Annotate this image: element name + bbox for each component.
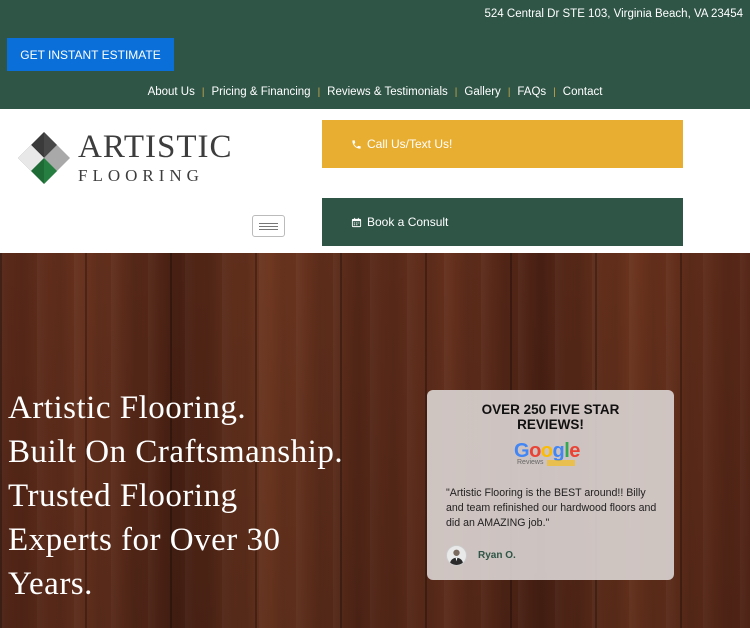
get-instant-estimate-button[interactable]: GET INSTANT ESTIMATE (7, 38, 174, 71)
hamburger-line (259, 225, 278, 227)
review-quote: "Artistic Flooring is the BEST around!! … (446, 487, 657, 529)
book-a-consult-button[interactable]: Book a Consult (322, 198, 683, 246)
book-consult-label: Book a Consult (367, 215, 449, 229)
google-reviews-label: Reviews (517, 459, 544, 466)
nav-faqs[interactable]: FAQs (517, 86, 546, 98)
google-letter: g (552, 440, 565, 462)
reviewer-name: Ryan O. (478, 550, 516, 561)
calendar-icon (351, 217, 362, 228)
nav-separator: | (507, 86, 511, 98)
nav-about-us[interactable]: About Us (148, 86, 195, 98)
hamburger-line (259, 228, 278, 230)
nav-separator: | (201, 86, 205, 98)
call-us-text-us-button[interactable]: Call Us/Text Us! (322, 120, 683, 168)
logo-line-2: FLOORING (78, 166, 204, 185)
call-us-label: Call Us/Text Us! (367, 137, 453, 151)
nav-separator: | (317, 86, 321, 98)
google-reviews-card[interactable]: OVER 250 FIVE STAR REVIEWS! Google Revie… (427, 390, 674, 580)
stars-icon (547, 460, 575, 466)
nav-separator: | (454, 86, 458, 98)
hero-headline: Artistic Flooring. Built On Craftsmanshi… (8, 386, 408, 606)
logo-line-1: ARTISTIC (78, 129, 233, 165)
diamond-logo-icon (17, 132, 70, 184)
address-text: 524 Central Dr STE 103, Virginia Beach, … (484, 8, 743, 20)
nav-contact[interactable]: Contact (563, 86, 603, 98)
reviews-title-line-1: OVER 250 FIVE STAR (481, 402, 620, 417)
nav-reviews-testimonials[interactable]: Reviews & Testimonials (327, 86, 448, 98)
hamburger-menu-button[interactable] (252, 215, 285, 237)
nav-gallery[interactable]: Gallery (464, 86, 500, 98)
phone-icon (351, 139, 362, 150)
logo-wordmark: ARTISTIC FLOORING (78, 130, 233, 186)
nav-pricing-financing[interactable]: Pricing & Financing (211, 86, 310, 98)
nav-separator: | (553, 86, 556, 98)
google-letter: e (569, 440, 580, 462)
headline-line: Years. (8, 566, 93, 602)
headline-line: Experts for Over 30 (8, 522, 281, 558)
main-nav: About Us | Pricing & Financing | Reviews… (0, 86, 750, 98)
headline-line: Built On Craftsmanship. (8, 434, 344, 470)
google-reviews-logo: Google Reviews (514, 441, 580, 467)
reviews-title-line-2: REVIEWS! (517, 417, 584, 432)
reviewer-avatar (446, 545, 467, 566)
reviews-card-title: OVER 250 FIVE STAR REVIEWS! (427, 402, 674, 432)
headline-line: Artistic Flooring. (8, 390, 247, 426)
hamburger-line (259, 222, 278, 224)
top-bar: 524 Central Dr STE 103, Virginia Beach, … (0, 0, 750, 109)
site-logo[interactable]: ARTISTIC FLOORING (16, 128, 236, 188)
hero-section: Artistic Flooring. Built On Craftsmanshi… (0, 253, 750, 628)
headline-line: Trusted Flooring (8, 478, 238, 514)
reviewer: Ryan O. (446, 545, 516, 566)
